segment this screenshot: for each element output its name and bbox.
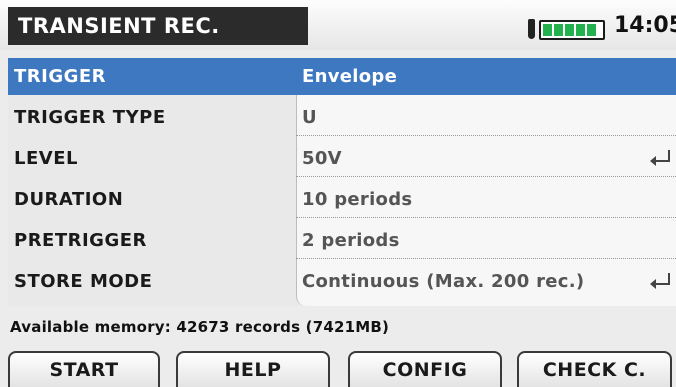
battery-indicator [528,19,605,40]
setting-value[interactable]: Envelope [302,58,397,95]
setting-row-store-mode[interactable]: STORE MODE Continuous (Max. 200 rec.) [8,263,676,300]
setting-row-duration[interactable]: DURATION 10 periods [8,181,676,218]
setting-label: TRIGGER [14,66,107,87]
setting-value[interactable]: 50V [302,140,342,177]
clock: 14:05 [614,13,676,38]
battery-bar [587,24,596,36]
title-bar: TRANSIENT REC. 14:05 [0,0,676,50]
screen-title: TRANSIENT REC. [8,7,308,45]
setting-row-trigger-type[interactable]: TRIGGER TYPE U [8,99,676,136]
setting-value[interactable]: 10 periods [302,181,412,218]
setting-row-level[interactable]: LEVEL 50V [8,140,676,177]
help-button[interactable]: HELP [176,351,330,387]
setting-row-trigger[interactable]: TRIGGER Envelope [8,58,676,95]
setting-label: DURATION [14,189,124,210]
row-divider [296,258,676,259]
setting-row-pretrigger[interactable]: PRETRIGGER 2 periods [8,222,676,259]
memory-status: Available memory: 42673 records (7421MB) [10,318,390,336]
setting-value[interactable]: U [302,99,317,136]
setting-label: TRIGGER TYPE [14,107,166,128]
row-divider [296,217,676,218]
battery-bar [543,24,552,36]
setting-label: LEVEL [14,148,78,169]
setting-value[interactable]: Continuous (Max. 200 rec.) [302,263,584,300]
enter-icon [650,273,670,289]
battery-bar [565,24,574,36]
setting-label: STORE MODE [14,271,153,292]
enter-icon [650,150,670,166]
setting-label: PRETRIGGER [14,230,147,251]
battery-bar [576,24,585,36]
plug-icon [528,19,535,39]
battery-full-icon [539,20,605,40]
check-connection-button[interactable]: CHECK C. [517,351,672,387]
config-button[interactable]: CONFIG [348,351,502,387]
setting-value[interactable]: 2 periods [302,222,400,259]
row-divider [296,135,676,136]
settings-panel: TRIGGER Envelope TRIGGER TYPE U LEVEL 50… [8,58,676,306]
battery-bar [554,24,563,36]
start-button[interactable]: START [8,351,160,387]
row-divider [296,176,676,177]
